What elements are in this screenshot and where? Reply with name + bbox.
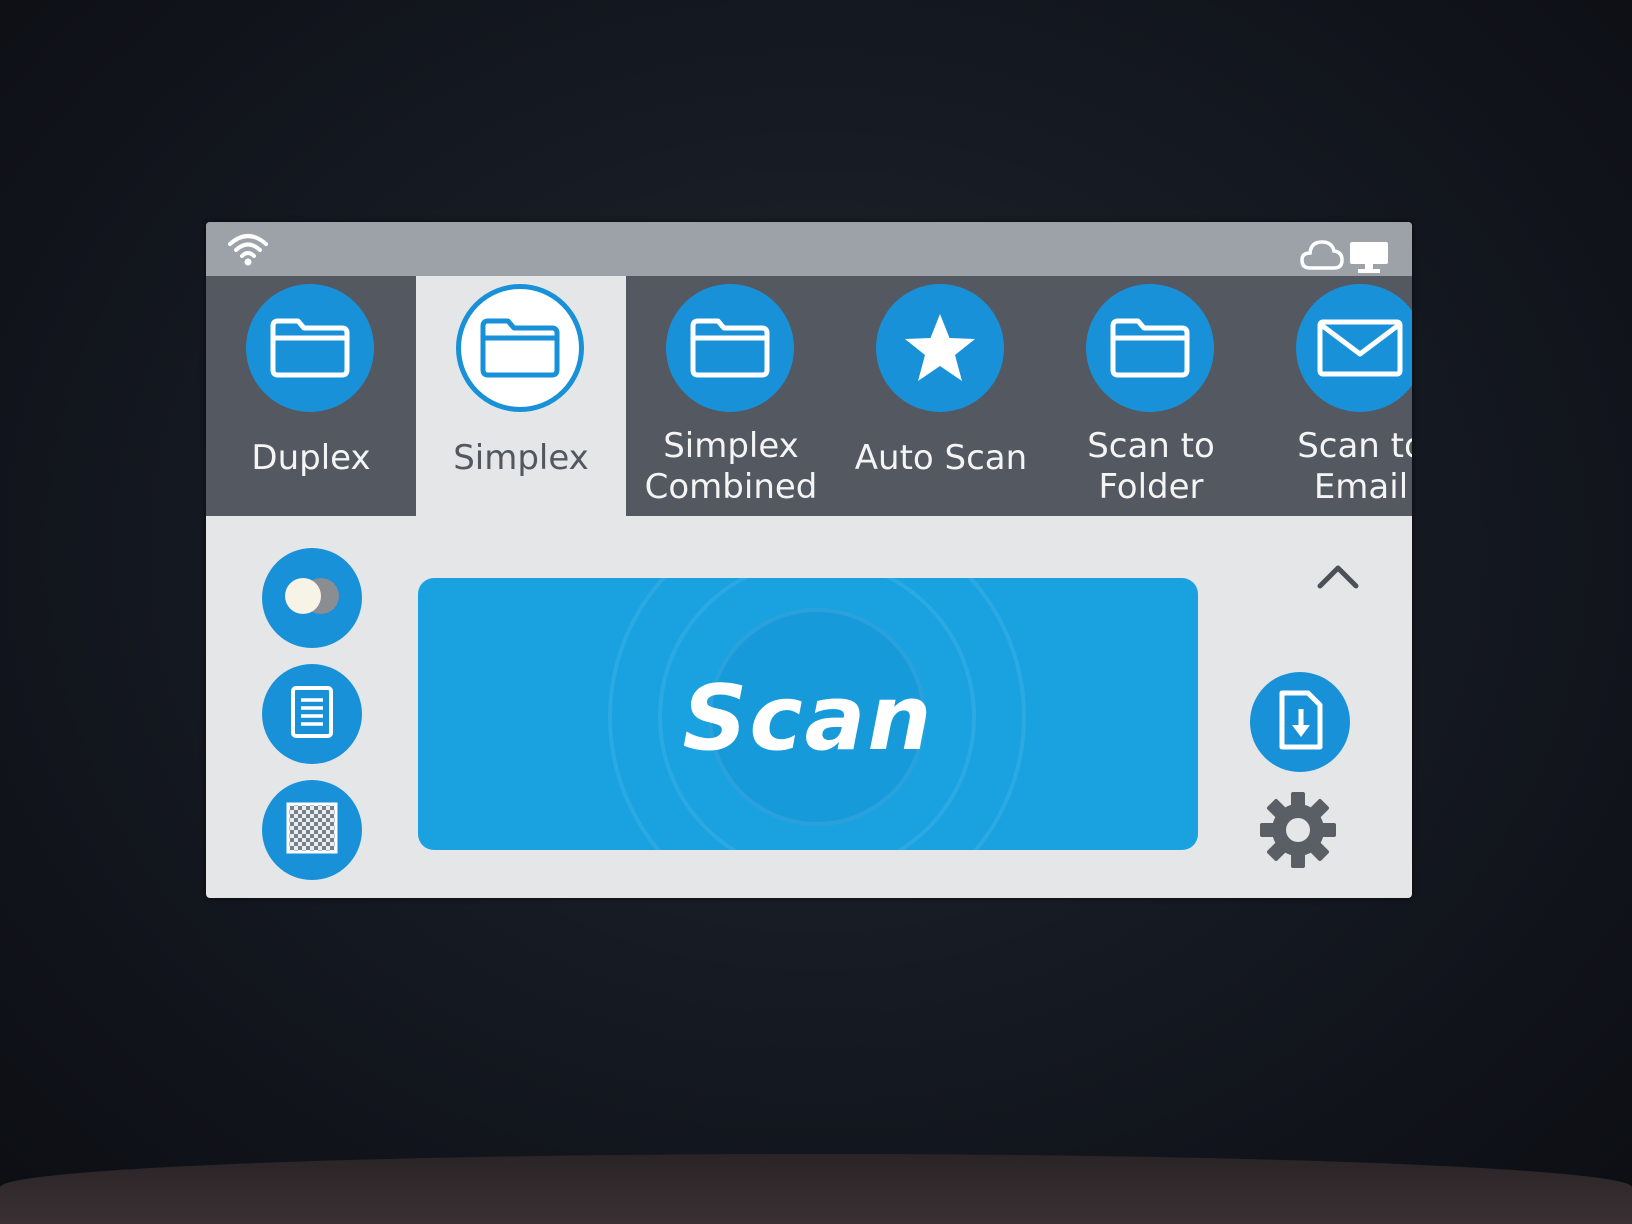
gear-icon[interactable] <box>1258 790 1338 874</box>
color-mode-button[interactable] <box>262 548 362 648</box>
folder-icon <box>1086 284 1214 412</box>
resolution-button[interactable] <box>262 780 362 880</box>
monitor-icon <box>1348 240 1390 278</box>
tab-scan-to-email[interactable]: Scan to Email <box>1256 276 1412 516</box>
star-icon <box>876 284 1004 412</box>
cloud-icon <box>1300 238 1344 276</box>
status-bar <box>206 222 1412 276</box>
scan-button-label: Scan <box>682 666 934 771</box>
tab-simplex[interactable]: Simplex <box>416 276 626 516</box>
wifi-icon <box>226 228 270 272</box>
document-download-icon <box>1274 689 1326 755</box>
folder-icon <box>456 284 584 412</box>
tab-label: Auto Scan <box>854 438 1028 478</box>
profile-tab-bar: Duplex Simplex Simplex Combined Auto Sca… <box>206 276 1412 516</box>
checkerboard-icon <box>286 802 338 858</box>
save-destination-button[interactable] <box>1250 672 1350 772</box>
tab-scan-to-folder[interactable]: Scan to Folder <box>1046 276 1256 516</box>
tab-label: Scan to Folder <box>1087 426 1215 507</box>
tab-label: Scan to Email <box>1297 426 1412 507</box>
paper-size-button[interactable] <box>262 664 362 764</box>
tab-simplex-combined[interactable]: Simplex Combined <box>626 276 836 516</box>
scanner-touch-screen: Duplex Simplex Simplex Combined Auto Sca… <box>206 222 1412 898</box>
folder-icon <box>666 284 794 412</box>
tab-label: Simplex <box>453 438 589 478</box>
scanner-body <box>0 1154 1632 1224</box>
scan-button[interactable]: Scan <box>418 578 1198 850</box>
document-icon <box>290 685 334 743</box>
tab-label: Simplex Combined <box>644 426 818 507</box>
chevron-up-icon[interactable] <box>1316 562 1360 594</box>
tab-duplex[interactable]: Duplex <box>206 276 416 516</box>
tab-label: Duplex <box>251 438 371 478</box>
folder-icon <box>246 284 374 412</box>
envelope-icon <box>1296 284 1412 412</box>
color-mode-icon <box>277 574 347 622</box>
tab-auto-scan[interactable]: Auto Scan <box>836 276 1046 516</box>
scan-settings-shortcuts <box>262 548 362 896</box>
